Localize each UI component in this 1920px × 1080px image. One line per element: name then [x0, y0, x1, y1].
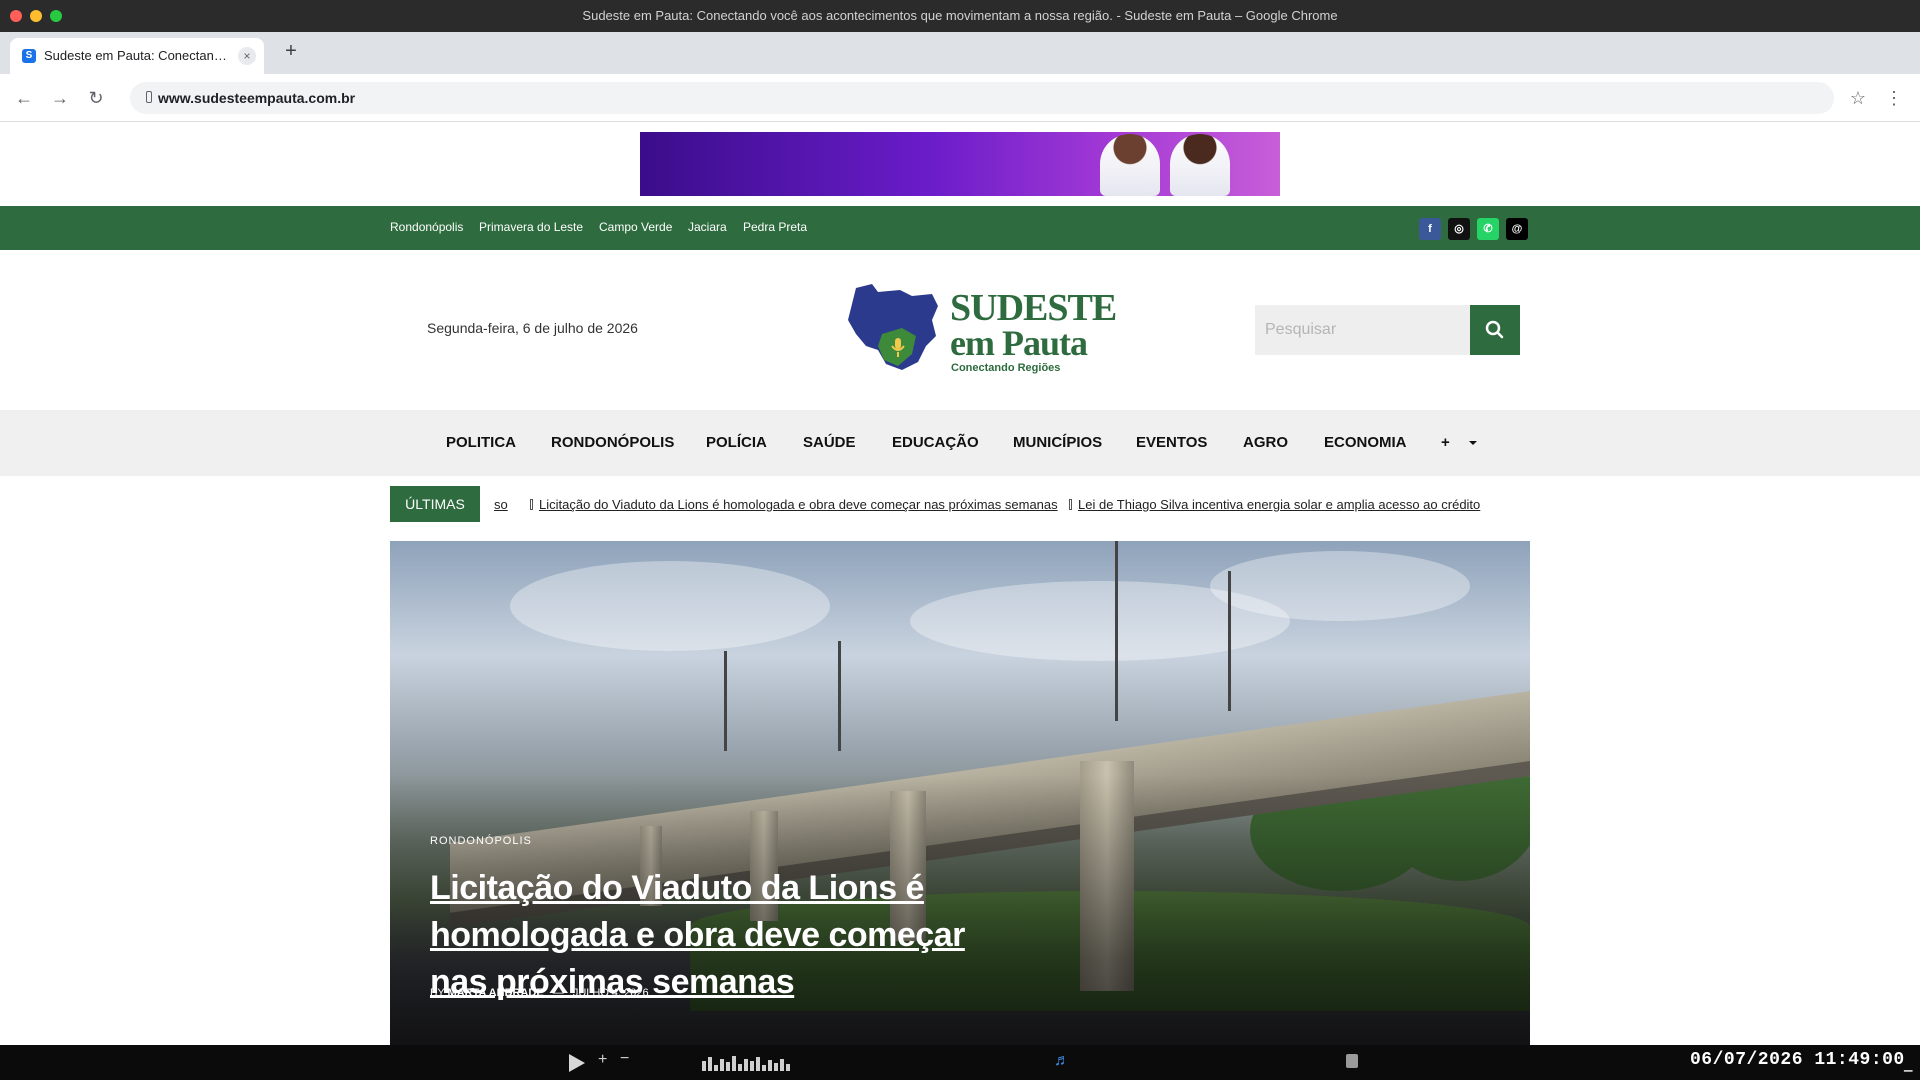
- hero-category-link[interactable]: RONDONÓPOLIS: [430, 835, 532, 847]
- address-bar[interactable]: www.sudesteempauta.com.br: [130, 82, 1834, 114]
- city-link-rondonopolis[interactable]: Rondonópolis: [390, 220, 463, 234]
- top-city-bar: Rondonópolis Primavera do Leste Campo Ve…: [0, 206, 1920, 250]
- reload-button[interactable]: ↻: [84, 86, 108, 110]
- nav-item-rondonopolis[interactable]: RONDONÓPOLIS: [551, 434, 674, 451]
- city-link-primavera-do-leste[interactable]: Primavera do Leste: [479, 220, 583, 234]
- nav-item-more[interactable]: +: [1441, 434, 1478, 451]
- ticker-bullet-icon: [530, 499, 533, 510]
- tray-app-icon[interactable]: [1346, 1054, 1358, 1068]
- tab-title: Sudeste em Pauta: Conectando você aos ac…: [44, 48, 234, 63]
- hero-meta: BY MARTA ANDRADE — JULHO 4, 2026: [430, 987, 649, 999]
- ticker-track: so Licitação do Viaduto da Lions é homol…: [494, 486, 1530, 522]
- nav-item-eventos[interactable]: EVENTOS: [1136, 434, 1207, 451]
- nav-item-educacao[interactable]: EDUCAÇÃO: [892, 434, 979, 451]
- ticker-item[interactable]: so: [494, 497, 508, 512]
- nav-item-policia[interactable]: POLÍCIA: [706, 434, 767, 451]
- nav-item-economia[interactable]: ECONOMIA: [1324, 434, 1407, 451]
- advertisement-banner[interactable]: [640, 132, 1280, 196]
- chevron-down-icon: [1468, 441, 1477, 446]
- window-titlebar: Sudeste em Pauta: Conectando você aos ac…: [0, 0, 1920, 32]
- show-desktop-icon[interactable]: ▁: [1904, 1059, 1912, 1072]
- ticker-label: ÚLTIMAS: [390, 486, 480, 522]
- ad-person-image: [1170, 134, 1230, 196]
- nav-item-municipios[interactable]: MUNICÍPIOS: [1013, 434, 1102, 451]
- play-icon[interactable]: [569, 1054, 585, 1072]
- featured-article[interactable]: RONDONÓPOLIS Licitação do Viaduto da Lio…: [390, 541, 1530, 1045]
- meta-separator: —: [552, 987, 564, 999]
- tab-close-icon[interactable]: ×: [238, 47, 256, 65]
- nav-item-politica[interactable]: POLITICA: [446, 434, 516, 451]
- search-button[interactable]: [1470, 305, 1520, 355]
- logo-title-line2: em Pauta: [950, 323, 1088, 363]
- nav-item-agro[interactable]: AGRO: [1243, 434, 1288, 451]
- nav-item-saude[interactable]: SAÚDE: [803, 434, 856, 451]
- whatsapp-icon[interactable]: ✆: [1477, 218, 1499, 240]
- site-favicon-icon: S: [22, 49, 36, 63]
- main-navigation: POLITICA RONDONÓPOLIS POLÍCIA SAÚDE EDUC…: [0, 410, 1920, 476]
- forward-button[interactable]: →: [48, 86, 72, 110]
- ad-person-image: [1100, 134, 1160, 196]
- city-link-campo-verde[interactable]: Campo Verde: [599, 220, 672, 234]
- equalizer-icon: [702, 1055, 792, 1071]
- current-date: Segunda-feira, 6 de julho de 2026: [427, 320, 638, 336]
- address-url[interactable]: www.sudesteempauta.com.br: [158, 90, 355, 106]
- threads-icon[interactable]: @: [1506, 218, 1528, 240]
- site-info-icon[interactable]: [146, 91, 152, 103]
- bookmark-star-icon[interactable]: ☆: [1846, 86, 1870, 110]
- volume-down-icon[interactable]: −: [620, 1050, 629, 1068]
- mato-grosso-map-icon: [848, 284, 938, 370]
- browser-menu-icon[interactable]: ⋮: [1882, 86, 1906, 110]
- instagram-icon[interactable]: ◎: [1448, 218, 1470, 240]
- logo-tagline: Conectando Regiões: [951, 362, 1061, 374]
- new-tab-button[interactable]: +: [280, 40, 302, 62]
- system-taskbar: + − ♬ 06/07/2026 11:49:00 ▁: [0, 1045, 1920, 1080]
- ticker-item[interactable]: Lei de Thiago Silva incentiva energia so…: [1078, 497, 1480, 512]
- volume-up-icon[interactable]: +: [598, 1051, 607, 1069]
- facebook-icon[interactable]: f: [1419, 218, 1441, 240]
- ticker-bullet-icon: [1069, 499, 1072, 510]
- more-label: +: [1441, 434, 1450, 451]
- browser-toolbar: ← → ↻ www.sudesteempauta.com.br ☆ ⋮: [0, 74, 1920, 122]
- web-page: Rondonópolis Primavera do Leste Campo Ve…: [0, 123, 1920, 1045]
- site-header: Segunda-feira, 6 de julho de 2026 SUDEST…: [0, 250, 1920, 410]
- city-link-jaciara[interactable]: Jaciara: [688, 220, 727, 234]
- site-logo[interactable]: SUDESTE em Pauta Conectando Regiões: [838, 280, 1117, 376]
- music-note-icon[interactable]: ♬: [1054, 1052, 1070, 1070]
- ticker-item[interactable]: Licitação do Viaduto da Lions é homologa…: [539, 497, 1058, 512]
- search-input[interactable]: [1255, 305, 1470, 355]
- hero-date: JULHO 4, 2026: [572, 987, 649, 999]
- search-icon: [1485, 320, 1504, 339]
- hero-author-link[interactable]: MARTA ANDRADE: [448, 987, 544, 999]
- byline-prefix: BY: [430, 987, 445, 999]
- window-title: Sudeste em Pauta: Conectando você aos ac…: [582, 8, 1338, 23]
- back-button[interactable]: ←: [12, 86, 36, 110]
- city-link-pedra-preta[interactable]: Pedra Preta: [743, 220, 807, 234]
- tab-strip: S Sudeste em Pauta: Conectando você aos …: [0, 32, 1920, 74]
- hero-title-link[interactable]: Licitação do Viaduto da Lions é homologa…: [430, 865, 1030, 1006]
- system-clock: 06/07/2026 11:49:00: [1690, 1050, 1905, 1070]
- latest-news-ticker: ÚLTIMAS so Licitação do Viaduto da Lions…: [390, 486, 1530, 522]
- browser-tab-active[interactable]: S Sudeste em Pauta: Conectando você aos …: [10, 38, 264, 74]
